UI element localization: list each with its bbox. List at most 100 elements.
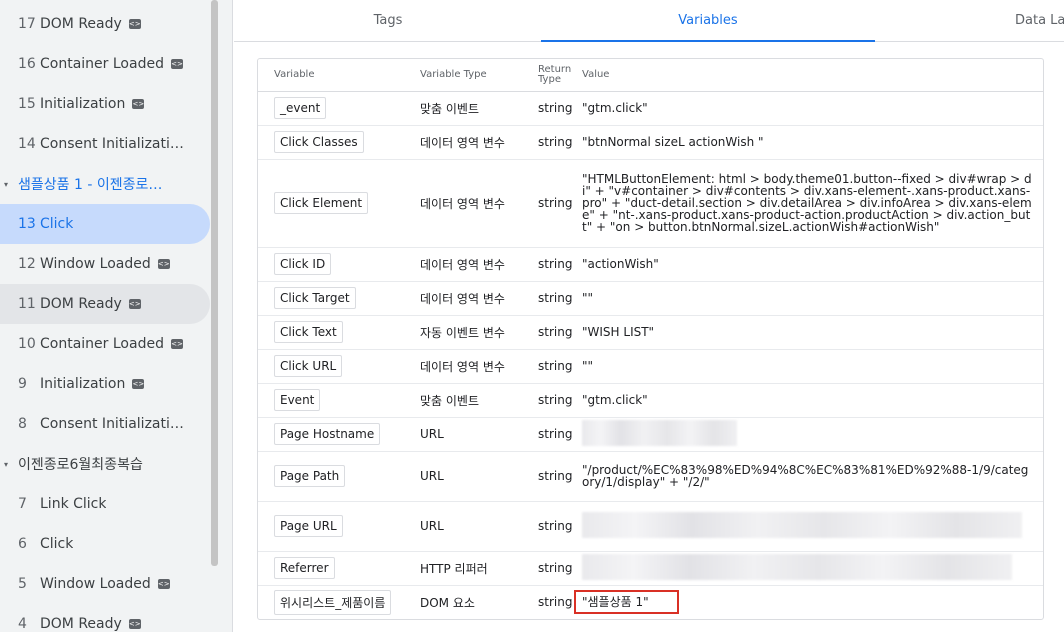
- table-row: Page Path URL string "/product/%EC%83%98%ED…: [258, 451, 1043, 502]
- variable-type-cell: 데이터 영역 변수: [404, 247, 538, 282]
- variable-name-chip[interactable]: Click URL: [274, 355, 343, 377]
- value-text: "WISH LIST": [582, 325, 655, 339]
- sidebar-event-item[interactable]: 13 Click: [0, 204, 210, 244]
- sidebar-scrollbar[interactable]: [211, 0, 218, 566]
- variable-name-chip[interactable]: Click Element: [274, 192, 369, 214]
- event-label: Initialization: [40, 376, 126, 392]
- value-cell: "": [582, 281, 1043, 316]
- sidebar-event-item[interactable]: 14 Consent Initialization ...: [0, 124, 210, 164]
- tab-tags[interactable]: Tags: [338, 0, 438, 42]
- table-row: Page Hostname URL string: [258, 417, 1043, 452]
- variable-cell: Click Text: [258, 315, 404, 350]
- event-label: Window Loaded: [40, 576, 151, 592]
- variable-type-cell: 데이터 영역 변수: [404, 349, 538, 384]
- event-number: 5: [18, 576, 27, 592]
- event-label: DOM Ready: [40, 296, 122, 312]
- sidebar-event-item[interactable]: 16 Container Loaded <>: [0, 44, 210, 84]
- variable-type-cell: 맞춤 이벤트: [404, 91, 538, 126]
- variable-name-chip[interactable]: Click ID: [274, 253, 332, 275]
- event-label: Link Click: [40, 496, 107, 512]
- sidebar-group-header[interactable]: ▾ 이젠종로6월최종복습: [0, 444, 210, 484]
- code-icon: <>: [157, 579, 170, 589]
- variable-name-chip[interactable]: Click Target: [274, 287, 356, 309]
- highlighted-value: "샘플상품 1": [574, 590, 679, 614]
- event-number: 7: [18, 496, 27, 512]
- variable-cell: Click Classes: [258, 125, 404, 160]
- sidebar-event-item[interactable]: 7 Link Click: [0, 484, 210, 524]
- table-row: Click URL 데이터 영역 변수 string "": [258, 349, 1043, 384]
- return-type-cell: string: [538, 159, 582, 248]
- variables-table-card: Variable Variable Type Return Type Value …: [257, 58, 1044, 620]
- event-label: Consent Initialization ...: [40, 416, 190, 432]
- event-label: Consent Initialization ...: [40, 136, 190, 152]
- variable-name-chip[interactable]: Page Path: [274, 465, 346, 487]
- table-body: _event 맞춤 이벤트 string "gtm.click" Click Class…: [258, 91, 1043, 619]
- table-row: Click Target 데이터 영역 변수 string "": [258, 281, 1043, 316]
- event-label: Window Loaded: [40, 256, 151, 272]
- event-label: DOM Ready: [40, 16, 122, 32]
- table-row: 위시리스트_제품이름 DOM 요소 string "샘플상품 1": [258, 585, 1043, 619]
- sidebar-event-item[interactable]: 17 DOM Ready <>: [0, 4, 210, 44]
- sidebar-event-item[interactable]: 11 DOM Ready <>: [0, 284, 210, 324]
- variable-cell: _event: [258, 91, 404, 126]
- sidebar-event-item[interactable]: 10 Container Loaded <>: [0, 324, 210, 364]
- value-text: "/product/%EC%83%98%ED%94%8C%EC%83%81%ED…: [582, 463, 1029, 489]
- return-type-cell: string: [538, 91, 582, 126]
- variable-name-chip[interactable]: Page Hostname: [274, 423, 381, 445]
- event-number: 11: [18, 296, 36, 312]
- event-label: 이젠종로6월최종복습: [18, 457, 143, 473]
- variable-name-chip[interactable]: Page URL: [274, 515, 343, 537]
- variables-table: Variable Variable Type Return Type Value …: [258, 59, 1043, 619]
- value-text: "gtm.click": [582, 101, 648, 115]
- event-label: Click: [40, 536, 74, 552]
- event-number: 16: [18, 56, 36, 72]
- value-text: "HTMLButtonElement: html > body.theme01.…: [582, 172, 1032, 234]
- table-row: Page URL URL string: [258, 501, 1043, 552]
- code-icon: <>: [128, 299, 141, 309]
- variable-type-cell: 데이터 영역 변수: [404, 281, 538, 316]
- variable-name-chip[interactable]: _event: [274, 97, 327, 119]
- return-type-cell: string: [538, 125, 582, 160]
- sidebar-event-item[interactable]: 9 Initialization <>: [0, 364, 210, 404]
- variable-name-chip[interactable]: Click Classes: [274, 131, 364, 153]
- tab-data-layer[interactable]: Data Layer: [1015, 0, 1064, 42]
- sidebar-event-item[interactable]: 8 Consent Initialization ...: [0, 404, 210, 444]
- variable-cell: Click Element: [258, 159, 404, 248]
- table-row: Click Element 데이터 영역 변수 string "HTMLButtonE…: [258, 159, 1043, 248]
- event-number: 8: [18, 416, 27, 432]
- event-number: 10: [18, 336, 36, 352]
- return-type-cell: string: [538, 551, 582, 586]
- variable-cell: Click Target: [258, 281, 404, 316]
- table-row: Event 맞춤 이벤트 string "gtm.click": [258, 383, 1043, 418]
- table-row: Referrer HTTP 리퍼러 string: [258, 551, 1043, 586]
- return-type-cell: string: [538, 349, 582, 384]
- tab-bar: Tags Variables Data Layer: [234, 0, 1064, 42]
- code-icon: <>: [170, 59, 183, 69]
- value-cell: "샘플상품 1": [574, 585, 1043, 619]
- variable-name-chip[interactable]: Event: [274, 389, 321, 411]
- expand-caret-icon: ▾: [4, 179, 9, 189]
- return-type-cell: string: [538, 383, 582, 418]
- tab-variables[interactable]: Variables: [541, 0, 875, 42]
- redacted-value-blur: [582, 420, 737, 446]
- sidebar-event-item[interactable]: 6 Click: [0, 524, 210, 564]
- value-cell: "WISH LIST": [582, 315, 1043, 350]
- return-type-cell: string: [538, 501, 582, 552]
- variable-type-cell: URL: [404, 451, 538, 502]
- sidebar-group-header[interactable]: ▾ 샘플상품 1 - 이젠종로6월...: [0, 164, 210, 204]
- event-number: 12: [18, 256, 36, 272]
- variable-cell: Page URL: [258, 501, 404, 552]
- value-text: "btnNormal sizeL actionWish ": [582, 135, 764, 149]
- sidebar-event-item[interactable]: 12 Window Loaded <>: [0, 244, 210, 284]
- variable-cell: Click URL: [258, 349, 404, 384]
- sidebar-event-item[interactable]: 5 Window Loaded <>: [0, 564, 210, 604]
- variable-type-cell: URL: [404, 501, 538, 552]
- sidebar-event-item[interactable]: 15 Initialization <>: [0, 84, 210, 124]
- sidebar-event-item[interactable]: 4 DOM Ready <>: [0, 604, 210, 632]
- header-variable-type: Variable Type: [404, 59, 538, 92]
- variable-name-chip[interactable]: Click Text: [274, 321, 343, 343]
- variable-name-chip[interactable]: Referrer: [274, 557, 335, 579]
- variable-name-chip[interactable]: 위시리스트_제품이름: [274, 589, 392, 615]
- table-row: _event 맞춤 이벤트 string "gtm.click": [258, 91, 1043, 126]
- variable-cell: Event: [258, 383, 404, 418]
